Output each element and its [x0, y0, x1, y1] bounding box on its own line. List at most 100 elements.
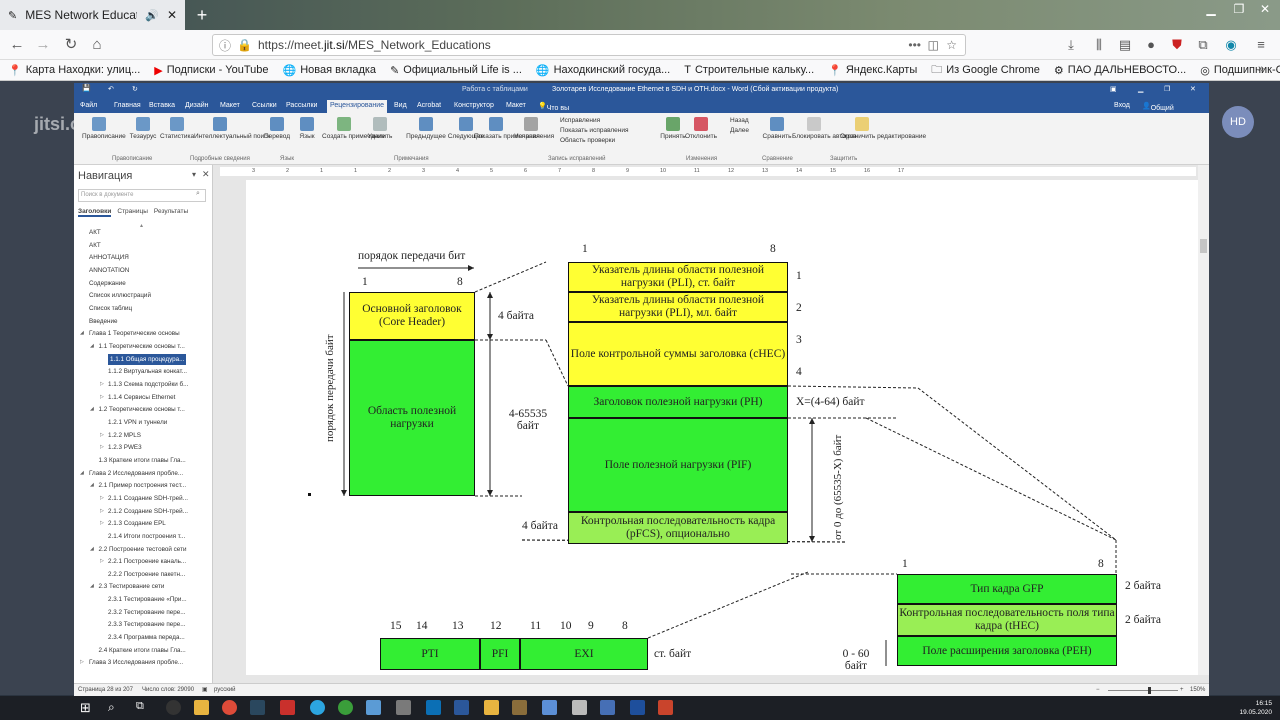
powerpoint-icon[interactable] — [658, 700, 673, 715]
bookmarks-overflow-icon[interactable]: » — [1258, 63, 1264, 75]
info-icon[interactable]: ⓘ — [219, 37, 231, 54]
bookmark-star-icon[interactable]: ☆ — [946, 38, 957, 52]
search-icon[interactable]: ⌕ — [196, 190, 200, 198]
language[interactable]: русский — [214, 687, 236, 693]
expand-arrow-icon[interactable]: ◢ — [90, 544, 94, 555]
expand-arrow-icon[interactable]: ▷ — [100, 430, 104, 441]
browser-tab[interactable]: ✎ MES Network Educations | J 🔊 ✕ — [0, 0, 185, 30]
word-restore-button[interactable]: ❐ — [1164, 85, 1170, 93]
nav-heading-item[interactable]: 2.3.4 Программа переда... — [108, 632, 185, 643]
expand-arrow-icon[interactable]: ▷ — [100, 379, 104, 390]
app6-icon[interactable] — [484, 700, 499, 715]
menu-tab[interactable]: Acrobat — [417, 102, 441, 109]
change-nav-item[interactable]: Далее — [730, 127, 749, 134]
ribbon-button[interactable]: Статистика — [160, 117, 194, 140]
expand-arrow-icon[interactable]: ▷ — [100, 493, 104, 504]
page-actions-icon[interactable]: ••• — [908, 38, 921, 52]
app-icon[interactable] — [166, 700, 181, 715]
nav-heading-item[interactable]: 1.2 Теоретические основы т... — [99, 404, 185, 415]
zoom-level[interactable]: 150% — [1190, 687, 1205, 693]
bookmark-item[interactable]: 📍 Карта Находки: улиц... — [8, 64, 140, 77]
speaker-icon[interactable]: 🔊 — [145, 9, 159, 22]
telegram-icon[interactable] — [310, 700, 325, 715]
ribbon-button[interactable]: Тезаурус — [126, 117, 160, 140]
app2-icon[interactable] — [338, 700, 353, 715]
bookmark-item[interactable]: T Строительные кальку... — [684, 64, 814, 76]
bookmark-item[interactable]: 🗀 Из Google Chrome — [931, 61, 1040, 80]
expand-arrow-icon[interactable]: ▷ — [100, 506, 104, 517]
word-minimize-button[interactable]: ▁ — [1138, 85, 1143, 93]
bookmark-item[interactable]: 📍 Яндекс.Карты — [828, 64, 917, 77]
menu-tab[interactable]: Вставка — [149, 102, 175, 109]
avatar[interactable]: HD — [1222, 106, 1254, 138]
nav-heading-item[interactable]: 2.3 Тестирование сети — [99, 581, 165, 592]
menu-tab[interactable]: Вид — [394, 102, 407, 109]
bookmark-item[interactable]: ▶ Подписки - YouTube — [154, 64, 268, 77]
expand-arrow-icon[interactable]: ◢ — [90, 404, 94, 415]
nav-heading-item[interactable]: Введение — [89, 316, 118, 327]
ribbon-button[interactable]: Отклонить — [684, 117, 718, 140]
ribbon-options-icon[interactable]: ▣ — [1110, 85, 1117, 93]
app8-icon[interactable] — [542, 700, 557, 715]
sidebar-icon[interactable]: ▤ — [1116, 36, 1134, 54]
nav-heading-item[interactable]: 2.3.1 Тестирование «При... — [108, 594, 187, 605]
steam-icon[interactable] — [250, 700, 265, 715]
app9-icon[interactable] — [572, 700, 587, 715]
nav-heading-item[interactable]: 2.3.3 Тестирование пере... — [108, 619, 186, 630]
home-button[interactable]: ⌂ — [86, 35, 108, 55]
expand-arrow-icon[interactable]: ◢ — [90, 341, 94, 352]
task-view-icon[interactable]: ⧉ — [136, 700, 144, 713]
signin-link[interactable]: Вход — [1114, 102, 1130, 109]
screenshot-icon[interactable]: ⧉ — [1194, 36, 1212, 54]
app4-icon[interactable] — [396, 700, 411, 715]
tab-headings[interactable]: Заголовки — [78, 208, 112, 217]
share-button[interactable]: 👤 Общий доступ — [1142, 102, 1174, 119]
tab-pages[interactable]: Страницы — [117, 208, 148, 215]
ribbon-button[interactable]: Показать примечания — [474, 117, 540, 140]
ribbon-button[interactable]: Язык — [290, 117, 324, 140]
nav-heading-item[interactable]: Глава 2 Исследования пробле... — [89, 468, 183, 479]
track-changes-item[interactable]: Область проверки — [560, 137, 615, 144]
ribbon-button[interactable]: Сравнить — [760, 117, 794, 140]
nav-heading-item[interactable]: Содержание — [89, 278, 126, 289]
nav-heading-item[interactable]: Список иллюстраций — [89, 290, 151, 301]
nav-heading-item[interactable]: 1.2.3 PWE3 — [108, 442, 142, 453]
nav-heading-item[interactable]: 2.1.1 Создание SDH-трей... — [108, 493, 188, 504]
ribbon-button[interactable]: Правописание — [82, 117, 126, 140]
url-bar[interactable]: ⓘ 🔒 https://meet.jit.si/MES_Network_Educ… — [212, 34, 966, 56]
chrome-icon[interactable] — [222, 700, 237, 715]
menu-tab[interactable]: Конструктор — [454, 102, 494, 109]
minimize-button[interactable]: ▁ — [1196, 0, 1226, 20]
library-icon[interactable]: ⫼ — [1090, 36, 1108, 54]
menu-tab[interactable]: Главная — [114, 102, 141, 109]
new-tab-button[interactable]: + — [192, 5, 212, 25]
vertical-scrollbar[interactable] — [1198, 165, 1209, 675]
bookmark-item[interactable]: 🌐 Находкинский госуда... — [536, 64, 670, 77]
nav-heading-item[interactable]: Глава 3 Исследования пробле... — [89, 657, 183, 668]
menu-tab[interactable]: Рецензирование — [327, 100, 388, 113]
page-count[interactable]: Страница 28 из 207 — [78, 687, 133, 693]
menu-icon[interactable]: ≡ — [1252, 36, 1270, 54]
nav-heading-item[interactable]: 2.2.2 Построение пакетн... — [108, 569, 185, 580]
expand-arrow-icon[interactable]: ◢ — [90, 480, 94, 491]
app7-icon[interactable] — [512, 700, 527, 715]
app5-icon[interactable] — [426, 700, 441, 715]
tell-me-box[interactable]: 💡 Что вы хотите сделать? — [538, 102, 577, 126]
nav-heading-item[interactable]: АННОТАЦИЯ — [89, 252, 129, 263]
ribbon-button[interactable]: Исправления — [514, 117, 554, 140]
bookmark-item[interactable]: ⚙ ПАО ДАЛЬНЕВОСТО... — [1054, 64, 1186, 77]
back-button[interactable]: ← — [6, 35, 28, 55]
search-icon[interactable]: ⌕ — [108, 700, 115, 715]
nav-heading-item[interactable]: ANNOTATION — [89, 265, 129, 276]
undo-icon[interactable]: ↶ — [108, 85, 114, 93]
visio-icon[interactable] — [630, 700, 645, 715]
nav-search-input[interactable]: Поиск в документе — [78, 189, 206, 202]
nav-heading-item[interactable]: АКТ — [89, 240, 101, 251]
reload-button[interactable]: ↻ — [60, 35, 82, 55]
expand-arrow-icon[interactable]: ◢ — [80, 328, 84, 339]
bookmark-item[interactable]: ✎ Официальный Life is ... — [390, 64, 522, 77]
nav-heading-item[interactable]: Список таблиц — [89, 303, 132, 314]
download-icon[interactable]: ⤓ — [1062, 36, 1080, 54]
nav-heading-item[interactable]: 1.1.4 Сервисы Ethernet — [108, 392, 175, 403]
extension-icon[interactable]: ◉ — [1222, 36, 1240, 54]
